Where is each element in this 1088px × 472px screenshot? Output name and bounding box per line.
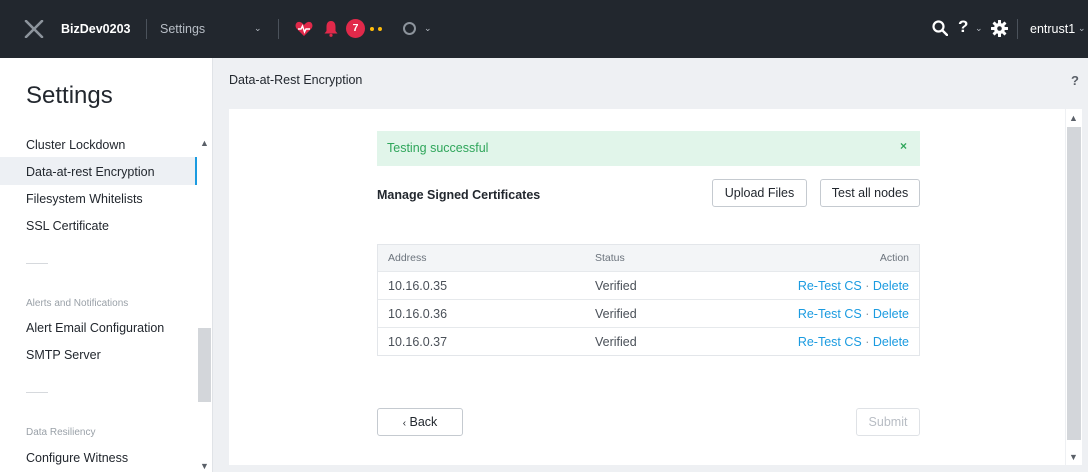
success-alert: Testing successful × bbox=[377, 131, 920, 166]
cell-status: Verified bbox=[595, 279, 637, 293]
status-circle-icon[interactable] bbox=[403, 22, 416, 35]
delete-link[interactable]: Delete bbox=[873, 307, 909, 321]
chevron-down-icon[interactable]: ⌄ bbox=[254, 23, 262, 34]
nutanix-logo-icon[interactable] bbox=[24, 20, 44, 38]
main-scrollbar[interactable] bbox=[1067, 127, 1081, 440]
sidebar-scrollbar[interactable] bbox=[198, 328, 211, 402]
divider bbox=[26, 392, 48, 393]
submit-button[interactable]: Submit bbox=[856, 408, 920, 436]
settings-sidebar: Settings Cluster Lockdown Data-at-rest E… bbox=[0, 58, 213, 472]
cluster-name[interactable]: BizDev0203 bbox=[61, 22, 131, 36]
delete-link[interactable]: Delete bbox=[873, 279, 909, 293]
scroll-up-arrow-icon[interactable]: ▲ bbox=[200, 138, 209, 148]
cell-status: Verified bbox=[595, 307, 637, 321]
table-row: 10.16.0.36 Verified Re-Test CS · Delete bbox=[378, 299, 919, 327]
divider bbox=[26, 263, 48, 264]
separator: · bbox=[865, 307, 870, 321]
divider bbox=[278, 19, 279, 39]
sidebar-item-data-at-rest-encryption[interactable]: Data-at-rest Encryption bbox=[26, 165, 155, 179]
help-icon[interactable]: ? bbox=[958, 17, 968, 37]
divider bbox=[1017, 19, 1018, 39]
sidebar-item-cluster-lockdown[interactable]: Cluster Lockdown bbox=[26, 138, 125, 152]
scroll-up-arrow-icon[interactable]: ▲ bbox=[1069, 113, 1078, 123]
column-header-action: Action bbox=[879, 252, 909, 264]
alert-count-badge[interactable]: 7 bbox=[346, 19, 365, 38]
column-header-address: Address bbox=[388, 252, 427, 264]
page-title: Data-at-Rest Encryption bbox=[229, 73, 363, 87]
tasks-dots-icon[interactable] bbox=[370, 27, 386, 32]
test-all-nodes-button[interactable]: Test all nodes bbox=[820, 179, 920, 207]
chevron-down-icon[interactable]: ⌄ bbox=[1078, 23, 1086, 34]
cell-actions: Re-Test CS · Delete bbox=[798, 272, 909, 300]
retest-cs-link[interactable]: Re-Test CS bbox=[798, 279, 862, 293]
table-row: 10.16.0.35 Verified Re-Test CS · Delete bbox=[378, 271, 919, 299]
sidebar-section-resiliency: Data Resiliency bbox=[26, 427, 96, 438]
sidebar-item-filesystem-whitelists[interactable]: Filesystem Whitelists bbox=[26, 192, 143, 206]
chevron-left-icon: ‹ bbox=[402, 418, 407, 429]
health-heart-icon[interactable] bbox=[295, 21, 313, 37]
scroll-down-arrow-icon[interactable]: ▼ bbox=[1069, 452, 1078, 462]
cell-address: 10.16.0.35 bbox=[388, 279, 448, 293]
cell-address: 10.16.0.37 bbox=[388, 335, 448, 349]
retest-cs-link[interactable]: Re-Test CS bbox=[798, 307, 862, 321]
back-button-label: Back bbox=[409, 415, 438, 429]
sidebar-title: Settings bbox=[26, 82, 113, 109]
sidebar-item-configure-witness[interactable]: Configure Witness bbox=[26, 451, 128, 465]
cell-actions: Re-Test CS · Delete bbox=[798, 328, 909, 356]
table-row: 10.16.0.37 Verified Re-Test CS · Delete bbox=[378, 327, 919, 355]
section-heading: Manage Signed Certificates bbox=[377, 188, 541, 202]
back-button[interactable]: ‹ Back bbox=[377, 408, 463, 436]
chevron-down-icon[interactable]: ⌄ bbox=[424, 23, 432, 34]
top-navigation-bar: BizDev0203 Settings ⌄ 7 ⌄ ? ⌄ entrust1 ⌄ bbox=[0, 0, 1088, 58]
cell-address: 10.16.0.36 bbox=[388, 307, 448, 321]
sidebar-item-smtp-server[interactable]: SMTP Server bbox=[26, 348, 101, 362]
delete-link[interactable]: Delete bbox=[873, 335, 909, 349]
cell-actions: Re-Test CS · Delete bbox=[798, 300, 909, 328]
sidebar-item-alert-email-configuration[interactable]: Alert Email Configuration bbox=[26, 321, 164, 335]
sidebar-item-ssl-certificate[interactable]: SSL Certificate bbox=[26, 219, 109, 233]
search-icon[interactable] bbox=[932, 20, 948, 36]
alert-bell-icon[interactable] bbox=[324, 20, 338, 37]
alert-message: Testing successful bbox=[387, 141, 489, 155]
section-menu[interactable]: Settings bbox=[160, 22, 205, 36]
help-icon[interactable]: ? bbox=[1071, 73, 1079, 88]
close-icon[interactable]: × bbox=[900, 139, 907, 153]
chevron-down-icon[interactable]: ⌄ bbox=[975, 23, 983, 34]
cell-status: Verified bbox=[595, 335, 637, 349]
table-header: Address Status Action bbox=[378, 245, 919, 271]
separator: · bbox=[865, 279, 870, 293]
sidebar-section-alerts: Alerts and Notifications bbox=[26, 298, 129, 309]
certificates-table: Address Status Action 10.16.0.35 Verifie… bbox=[377, 244, 920, 356]
column-header-status: Status bbox=[595, 252, 625, 264]
retest-cs-link[interactable]: Re-Test CS bbox=[798, 335, 862, 349]
upload-files-button[interactable]: Upload Files bbox=[712, 179, 807, 207]
divider bbox=[146, 19, 147, 39]
scroll-down-arrow-icon[interactable]: ▼ bbox=[200, 461, 209, 471]
gear-icon[interactable] bbox=[991, 20, 1008, 37]
user-menu[interactable]: entrust1 bbox=[1030, 22, 1075, 36]
separator: · bbox=[865, 335, 870, 349]
